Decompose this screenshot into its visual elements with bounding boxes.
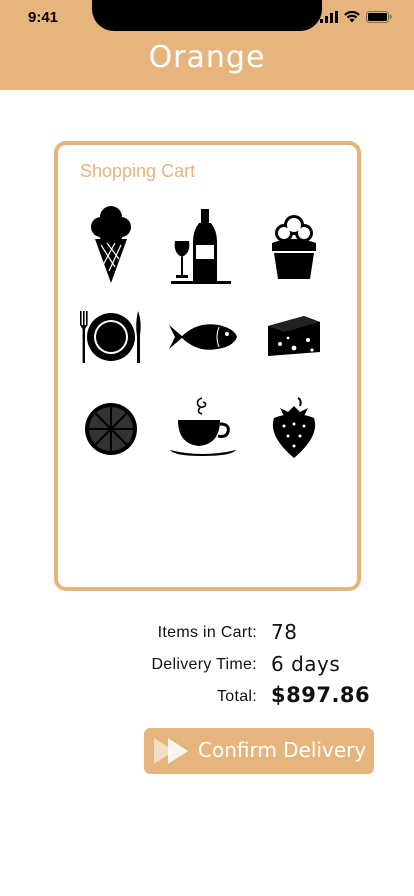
- cart-item[interactable]: [71, 297, 151, 377]
- total-value: $897.86: [271, 683, 371, 707]
- plate-cutlery-icon: [80, 311, 141, 363]
- items-row: Items in Cart: 78: [0, 618, 414, 648]
- wine-icon: [171, 209, 231, 284]
- coffee-cup-icon: [170, 397, 236, 456]
- brand-logo: Orange: [148, 40, 266, 75]
- confirm-delivery-button[interactable]: Confirm Delivery: [144, 728, 374, 774]
- fish-icon: [169, 324, 237, 350]
- wifi-icon: [344, 11, 360, 23]
- cart-item[interactable]: [254, 205, 334, 285]
- delivery-label: Delivery Time:: [151, 656, 257, 673]
- delivery-row: Delivery Time: 6 days: [0, 650, 414, 680]
- cheese-icon: [268, 316, 320, 356]
- cart-item[interactable]: [163, 297, 243, 377]
- items-value: 78: [271, 620, 298, 644]
- cart-item[interactable]: [254, 389, 334, 469]
- status-time: 9:41: [28, 9, 59, 26]
- strawberry-icon: [272, 397, 316, 458]
- cart-item[interactable]: [163, 205, 243, 285]
- signal-icon: [320, 11, 338, 23]
- cart-item[interactable]: [71, 389, 151, 469]
- items-label: Items in Cart:: [157, 624, 257, 641]
- cart-item[interactable]: [163, 389, 243, 469]
- battery-icon: [366, 11, 392, 23]
- orange-slice-icon: [85, 403, 137, 455]
- cart-item[interactable]: [71, 205, 151, 285]
- cupcake-icon: [272, 215, 316, 279]
- cart-item[interactable]: [254, 297, 334, 377]
- ice-cream-icon: [91, 206, 131, 283]
- fast-forward-icon: [154, 738, 188, 764]
- confirm-delivery-label: Confirm Delivery: [198, 738, 367, 762]
- device-notch: [92, 0, 322, 31]
- app-header: 9:41 Orange: [0, 0, 414, 90]
- delivery-value: 6 days: [271, 652, 341, 676]
- total-row: Total: $897.86: [0, 682, 414, 712]
- total-label: Total:: [216, 688, 257, 705]
- shopping-cart-panel: Shopping Cart: [54, 141, 361, 591]
- cart-title: Shopping Cart: [80, 161, 196, 181]
- status-icons: [320, 10, 392, 24]
